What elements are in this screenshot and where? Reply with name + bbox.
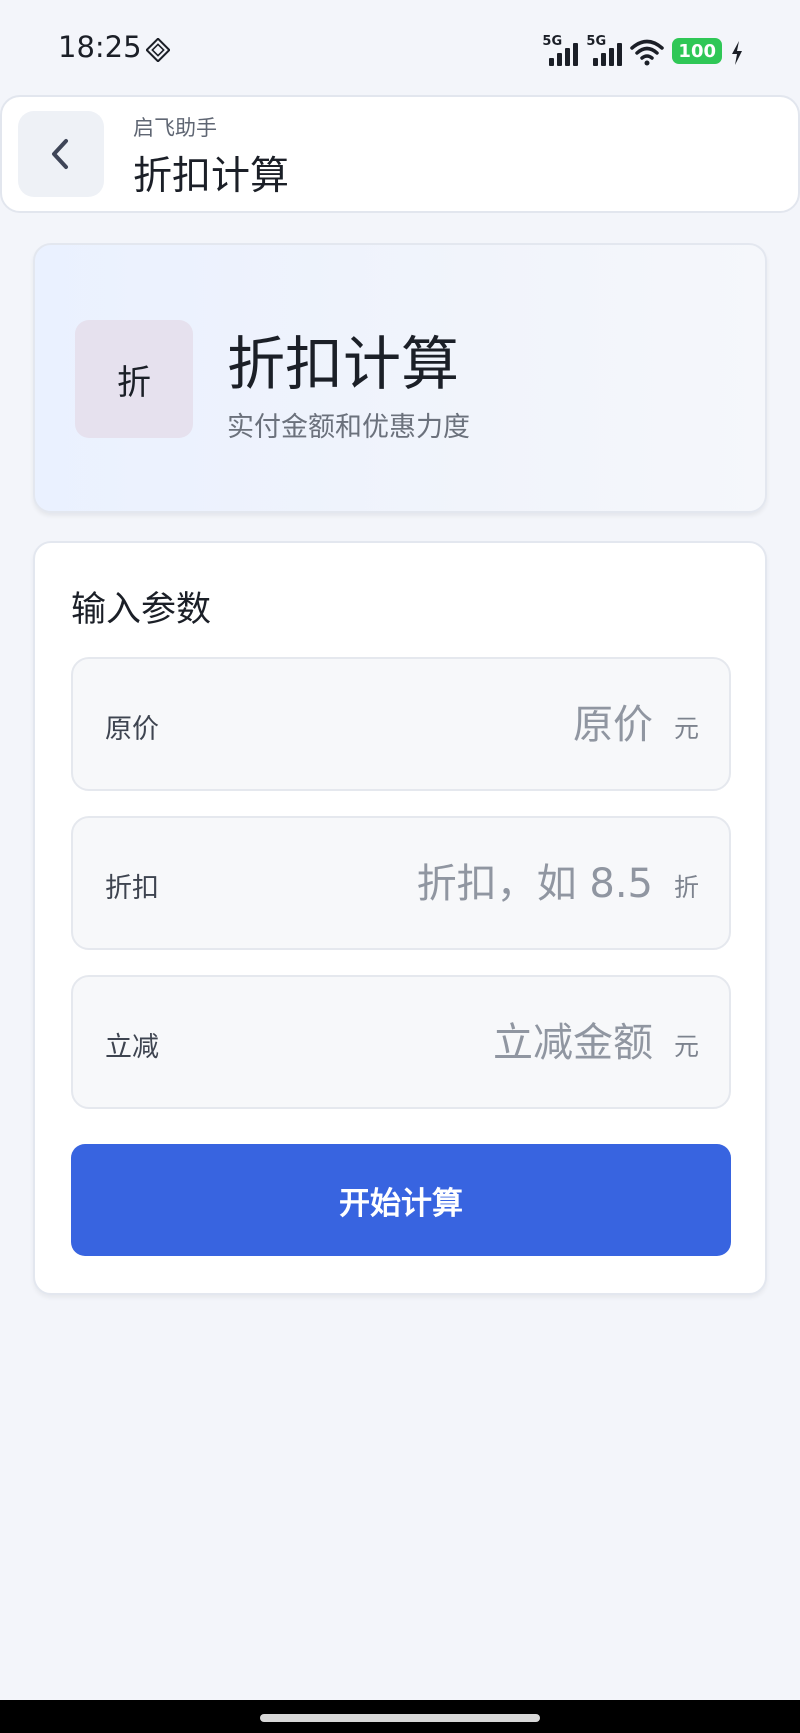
tool-title: 折扣计算 bbox=[227, 330, 460, 398]
tool-icon-text: 折 bbox=[117, 362, 151, 403]
start-calculation-button[interactable]: 开始计算 bbox=[71, 1144, 731, 1256]
input-form-card: 输入参数 原价 元 折扣 折 立减 元 开始计算 bbox=[33, 541, 767, 1295]
home-indicator[interactable] bbox=[260, 1714, 540, 1722]
app-header: 启飞助手 折扣计算 bbox=[0, 95, 800, 213]
status-indicators: 5G 5G 100 bbox=[542, 32, 744, 66]
field-label: 折扣 bbox=[105, 873, 159, 904]
tool-summary-card: 折 折扣计算 实付金额和优惠力度 bbox=[33, 243, 767, 513]
battery-icon: 100 bbox=[672, 38, 722, 64]
system-nav-bar bbox=[0, 1700, 800, 1733]
discount-input[interactable] bbox=[173, 844, 653, 924]
battery-level: 100 bbox=[678, 40, 716, 62]
discount-field[interactable]: 折扣 折 bbox=[71, 816, 731, 950]
field-unit: 元 bbox=[673, 1032, 699, 1061]
field-label: 原价 bbox=[105, 714, 159, 745]
status-bar: 18:25 5G 5G 100 bbox=[0, 0, 800, 96]
original-price-field[interactable]: 原价 元 bbox=[71, 657, 731, 791]
page-title: 折扣计算 bbox=[133, 154, 290, 199]
back-button[interactable] bbox=[18, 111, 104, 197]
app-name: 启飞助手 bbox=[133, 116, 217, 140]
signal-icon: 5G bbox=[586, 34, 623, 66]
field-unit: 元 bbox=[673, 714, 699, 743]
tool-icon: 折 bbox=[75, 320, 193, 438]
field-label: 立减 bbox=[105, 1032, 159, 1063]
field-unit: 折 bbox=[673, 873, 699, 902]
tool-subtitle: 实付金额和优惠力度 bbox=[227, 412, 470, 443]
status-time: 18:25 bbox=[58, 30, 142, 64]
charging-icon bbox=[732, 41, 742, 65]
form-title: 输入参数 bbox=[71, 590, 212, 630]
instant-reduction-input[interactable] bbox=[173, 1003, 653, 1083]
nfc-icon bbox=[146, 38, 170, 62]
wifi-icon bbox=[630, 39, 665, 66]
signal-icon: 5G bbox=[542, 34, 579, 66]
chevron-left-icon bbox=[52, 139, 68, 169]
original-price-input[interactable] bbox=[173, 685, 653, 765]
instant-reduction-field[interactable]: 立减 元 bbox=[71, 975, 731, 1109]
